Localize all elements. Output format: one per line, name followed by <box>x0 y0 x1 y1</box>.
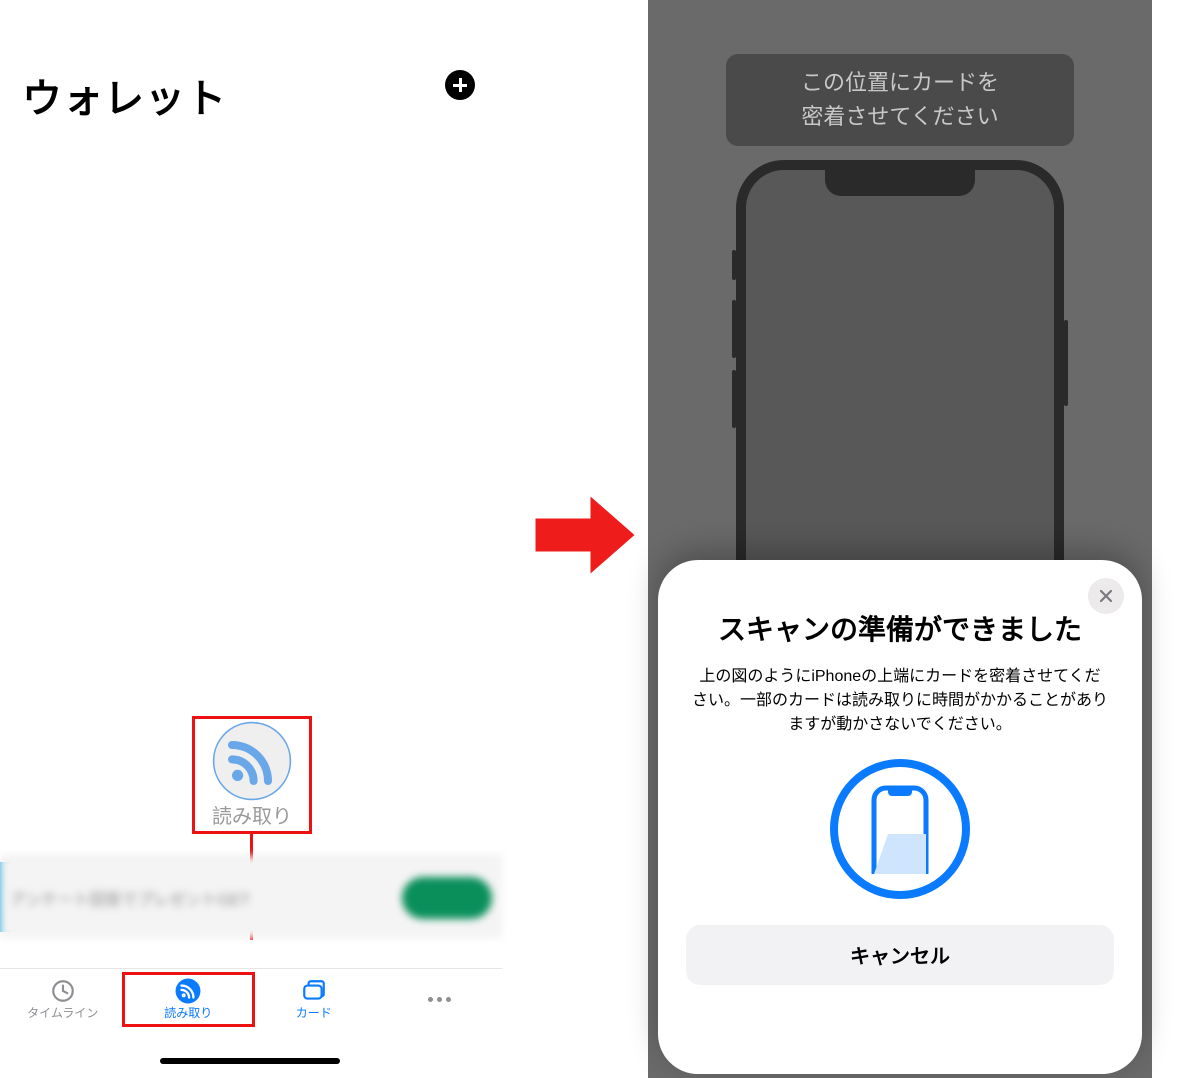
tab-more[interactable] <box>377 987 503 1013</box>
more-icon <box>428 987 451 1013</box>
tab-timeline[interactable]: タイムライン <box>0 978 126 1021</box>
card-position-hint: この位置にカードを 密着させてください <box>726 54 1074 146</box>
hint-line2: 密着させてください <box>801 100 998 134</box>
sheet-body: 上の図のようにiPhoneの上端にカードを密着させてください。一部のカードは読み… <box>686 665 1114 737</box>
tab-card[interactable]: カード <box>251 978 377 1021</box>
page-title: ウォレット <box>22 66 227 124</box>
close-icon <box>1099 589 1113 603</box>
scan-phone-icon <box>830 759 970 899</box>
read-icon[interactable] <box>212 721 292 806</box>
flow-arrow-icon <box>530 480 640 590</box>
tab-label: カード <box>296 1004 332 1021</box>
tab-label: タイムライン <box>27 1004 98 1021</box>
ad-cta[interactable] <box>402 877 492 919</box>
annotation-highlight <box>122 972 256 1027</box>
sheet-title: スキャンの準備ができました <box>706 610 1094 651</box>
wallet-screen: ウォレット 読み取り アンケート回答でプレゼントGET タイムライン <box>0 0 502 1078</box>
phone-notch <box>825 170 975 196</box>
ad-banner: アンケート回答でプレゼントGET <box>0 856 502 938</box>
read-callout-label: 読み取り <box>212 800 292 829</box>
cancel-button[interactable]: キャンセル <box>686 925 1114 985</box>
read-callout: 読み取り <box>192 716 312 834</box>
home-indicator[interactable] <box>160 1058 340 1064</box>
tab-read[interactable]: 読み取り <box>126 978 252 1021</box>
scan-ready-sheet: スキャンの準備ができました 上の図のようにiPhoneの上端にカードを密着させて… <box>658 560 1142 1074</box>
card-icon <box>300 978 328 1004</box>
ad-text: アンケート回答でプレゼントGET <box>10 886 402 910</box>
tab-bar: タイムライン 読み取り カード <box>0 968 502 1030</box>
hint-line1: この位置にカードを <box>801 66 999 100</box>
close-button[interactable] <box>1088 578 1124 614</box>
clock-icon <box>49 978 77 1004</box>
scan-screen: この位置にカードを 密着させてください スキャンの準備ができました 上の図のよう… <box>648 0 1152 1078</box>
add-button[interactable] <box>445 70 475 100</box>
